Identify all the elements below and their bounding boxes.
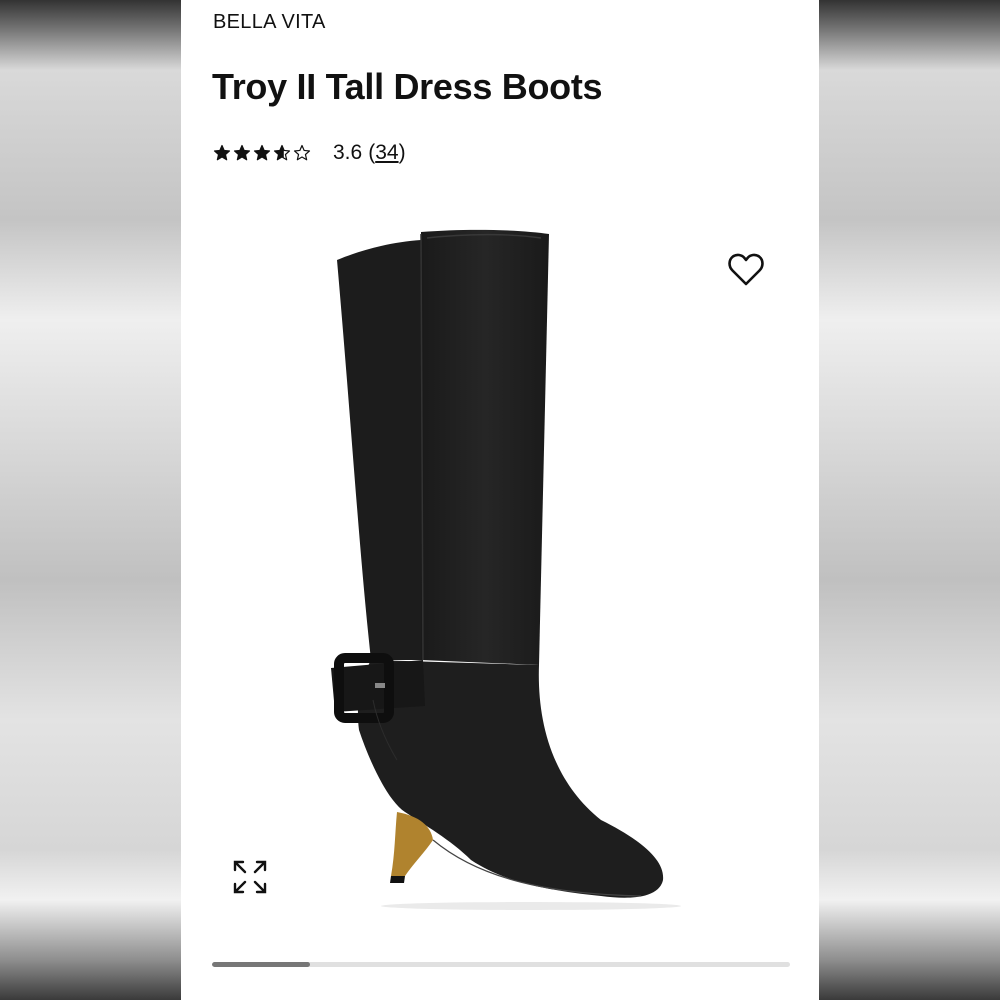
star-icon bbox=[253, 144, 271, 161]
star-icon bbox=[293, 144, 311, 161]
star-rating bbox=[213, 144, 311, 162]
product-title: Troy II Tall Dress Boots bbox=[212, 66, 603, 107]
carousel-progress-track[interactable] bbox=[212, 962, 790, 967]
review-count-link[interactable]: 34 bbox=[375, 141, 398, 164]
right-blurred-background bbox=[819, 0, 1000, 1000]
star-icon bbox=[233, 144, 251, 161]
review-count-close-paren: ) bbox=[398, 141, 406, 164]
rating-value: 3.6 bbox=[333, 141, 363, 164]
left-blurred-background bbox=[0, 0, 181, 1000]
expand-arrows-icon[interactable] bbox=[231, 858, 269, 896]
review-count: (34) bbox=[368, 141, 405, 165]
heart-outline-icon[interactable] bbox=[726, 250, 766, 290]
brand-name[interactable]: BELLA VITA bbox=[213, 11, 326, 34]
carousel-progress-indicator bbox=[212, 962, 311, 967]
rating-row: 3.6 (34) bbox=[213, 140, 406, 166]
product-card: BELLA VITA Troy II Tall Dress Boots 3.6 … bbox=[181, 0, 819, 1000]
product-image[interactable] bbox=[301, 220, 721, 910]
star-icon bbox=[273, 144, 291, 161]
star-icon bbox=[213, 144, 231, 161]
